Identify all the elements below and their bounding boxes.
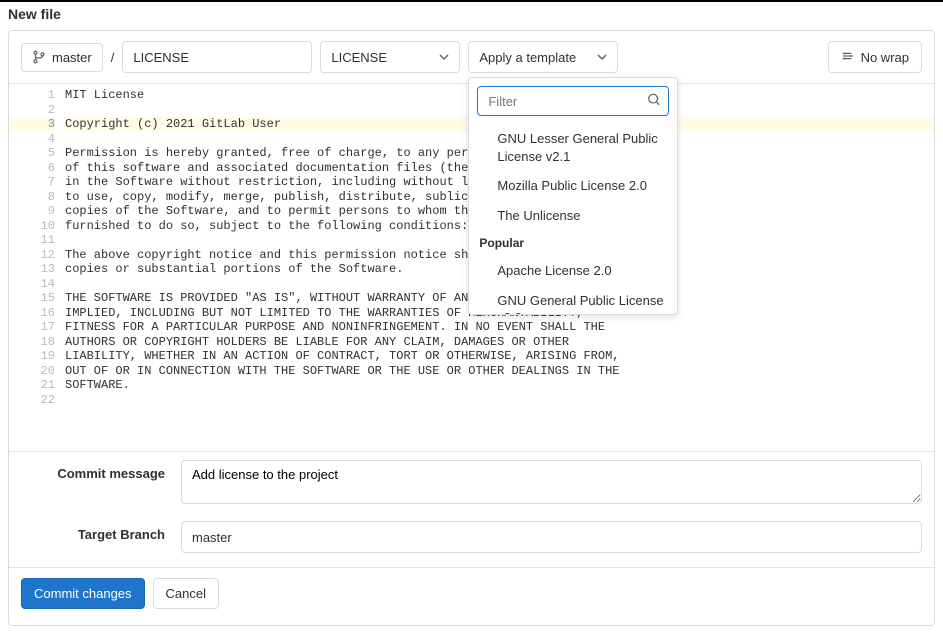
template-option[interactable]: Apache License 2.0 (469, 256, 677, 286)
commit-changes-button[interactable]: Commit changes (21, 578, 145, 609)
cancel-button[interactable]: Cancel (153, 578, 219, 609)
soft-wrap-toggle[interactable]: No wrap (828, 41, 922, 73)
template-option[interactable]: Mozilla Public License 2.0 (469, 171, 677, 201)
template-dropdown-list[interactable]: GNU Lesser General Public License v2.1Mo… (469, 124, 677, 314)
template-select-label: Apply a template (479, 50, 576, 65)
template-option[interactable]: GNU General Public License v3.0 (469, 286, 677, 314)
template-option[interactable]: The Unlicense (469, 201, 677, 231)
search-icon (647, 93, 661, 110)
chevron-down-icon (439, 50, 449, 65)
new-file-panel: master / LICENSE Apply a template (8, 30, 935, 626)
filename-input[interactable] (122, 41, 312, 73)
wrap-icon (841, 49, 855, 66)
target-branch-label: Target Branch (21, 521, 181, 542)
commit-message-label: Commit message (21, 460, 181, 481)
branch-name: master (52, 50, 92, 65)
soft-wrap-label: No wrap (861, 50, 909, 65)
file-type-select[interactable]: LICENSE (320, 41, 460, 73)
branch-selector[interactable]: master (21, 43, 103, 72)
chevron-down-icon (597, 50, 607, 65)
file-type-select-label: LICENSE (331, 50, 387, 65)
page-title: New file (0, 2, 943, 26)
template-option[interactable]: GNU Lesser General Public License v2.1 (469, 124, 677, 171)
file-toolbar: master / LICENSE Apply a template (9, 31, 934, 83)
template-dropdown: GNU Lesser General Public License v2.1Mo… (468, 77, 678, 315)
template-group-header: Popular (469, 230, 677, 256)
target-branch-input[interactable] (181, 521, 922, 553)
template-filter-input[interactable] (477, 86, 669, 116)
branch-icon (32, 50, 46, 64)
path-separator: / (111, 50, 115, 65)
template-select[interactable]: Apply a template (468, 41, 618, 73)
editor-gutter: 12345678910111213141516171819202122 (9, 84, 65, 411)
commit-message-input[interactable] (181, 460, 922, 504)
